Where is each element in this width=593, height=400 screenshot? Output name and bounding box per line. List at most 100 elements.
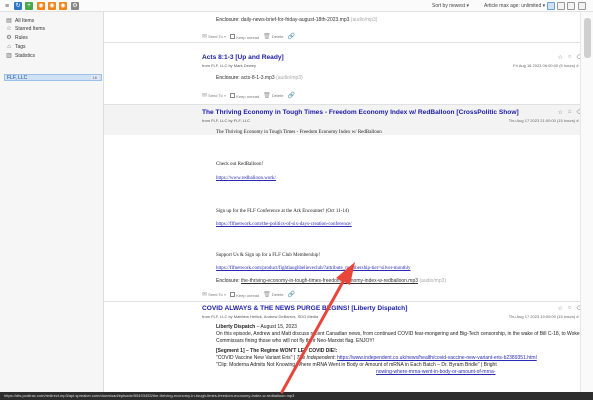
statistics-icon: ▥ xyxy=(6,52,12,59)
trash-icon: 🗑 xyxy=(263,93,271,99)
status-bar-url: https://dts.podtrac.com/redirect.mp3/api… xyxy=(0,392,593,400)
article-paragraph: "COVID Vaccine New Variant Eris" | The I… xyxy=(216,355,537,361)
star-icon: ☆ xyxy=(6,25,12,32)
rss-icon[interactable]: ◉ xyxy=(37,2,45,10)
article-byline: from FLF, LLC by Mark Dewey xyxy=(202,63,257,68)
sort-select[interactable]: Sort by newest ▾ xyxy=(432,3,469,9)
enclosure-type: (audio/mp3) xyxy=(350,17,378,23)
feed-unread-count: 16 xyxy=(90,75,99,80)
sidebar-feed-flf[interactable]: FLF, LLC 16 xyxy=(4,74,102,81)
share-icon: ✉ xyxy=(202,34,208,40)
scrollbar[interactable] xyxy=(580,12,593,392)
scrollbar-thumb[interactable] xyxy=(584,18,591,58)
refresh-icon[interactable]: ○ xyxy=(568,54,572,61)
star-icon[interactable]: ☆ xyxy=(558,109,563,116)
sidebar-item-label: Starred Items xyxy=(15,25,46,32)
send-to-button[interactable]: ✉ Send To » xyxy=(202,33,226,40)
enclosure: Enclosure: the-thriving-economy-in-tough… xyxy=(216,278,446,284)
settings-icon[interactable]: ⚙ xyxy=(71,2,79,10)
add-feed-icon[interactable]: + xyxy=(25,2,33,10)
enclosure-label: Enclosure: xyxy=(216,278,240,284)
article-body: Liberty Dispatch – August 15, 2023 On th… xyxy=(216,324,586,376)
view-expanded-icon[interactable] xyxy=(567,2,575,10)
star-icon[interactable]: ☆ xyxy=(558,305,563,312)
divider xyxy=(104,301,593,302)
sidebar-item-all-items[interactable]: ▤ All Items xyxy=(6,17,34,24)
article-link[interactable]: nowing-where-mrna-went-in-body-or-amount… xyxy=(216,369,586,376)
share-icon: ✉ xyxy=(202,292,208,298)
tag-icon: ⌂ xyxy=(7,43,11,50)
article-paragraph: Check out RedBalloon! xyxy=(216,162,264,167)
all-items-icon: ▤ xyxy=(6,17,12,24)
sidebar-item-label: Tags xyxy=(15,43,26,50)
menu-icon[interactable]: ≡ xyxy=(3,2,11,10)
sidebar-item-label: All Items xyxy=(15,17,35,24)
link-icon[interactable]: 🔗 xyxy=(287,92,294,99)
link-icon[interactable]: 🔗 xyxy=(287,291,294,298)
link-icon[interactable]: 🔗 xyxy=(287,33,294,40)
article-actions: ✉ Send To » Keep unread 🗑 Delete 🔗 xyxy=(202,92,295,99)
article-paragraph: Sign up for the FLF Conference at the Ar… xyxy=(216,209,349,214)
view-list-icon[interactable] xyxy=(547,2,555,10)
enclosure-type: (audio/mp3) xyxy=(419,278,447,284)
article-byline: from FLF, LLC by Matthew Hellick, Andrew… xyxy=(202,314,319,319)
refresh-icon[interactable]: ○ xyxy=(568,305,572,312)
article-link[interactable]: https://www.redballoon.work/ xyxy=(216,176,276,181)
enclosure-type: (audio/mp3) xyxy=(276,75,303,81)
feed-label: FLF, LLC xyxy=(7,74,28,81)
article-title[interactable]: COVID ALWAYS & THE NEWS PURGE BEGINS! [L… xyxy=(202,305,407,312)
article-title[interactable]: The Thriving Economy in Tough Times - Fr… xyxy=(202,109,519,116)
dispatch-heading: Liberty Dispatch – August 15, 2023 xyxy=(216,324,297,330)
divider xyxy=(104,42,593,43)
keep-unread-checkbox[interactable]: Keep unread xyxy=(230,33,259,40)
share-icon: ✉ xyxy=(202,93,208,99)
keep-unread-checkbox[interactable]: Keep unread xyxy=(230,291,259,298)
toolbar: ≡ ↻ + ◉ ◉ ◉ ⚙ Sort by newest ▾ Article m… xyxy=(0,0,593,12)
article-link[interactable]: https://www.independent.co.uk/news/healt… xyxy=(337,355,537,361)
delete-button[interactable]: 🗑 Delete xyxy=(263,92,283,99)
article-paragraph: On this episode, Andrew and Matt discuss… xyxy=(216,331,580,344)
segment-heading: [Segment 1] – The Regime WON'T LET COVID… xyxy=(216,348,338,354)
rss-feed-icon[interactable]: ◉ xyxy=(48,2,56,10)
sidebar-item-rules[interactable]: ⚙ Rules xyxy=(6,34,28,41)
article-link[interactable]: https://flfnetwork.com/the-politics-of-s… xyxy=(216,222,352,227)
enclosure-file-link[interactable]: acts-8-1-3.mp3 xyxy=(241,75,275,81)
sidebar-item-label: Rules xyxy=(15,34,28,41)
article-title[interactable]: Acts 8:1-3 [Up and Ready] xyxy=(202,54,284,61)
article-link[interactable]: https://flfnetwork.com/product/fightlaug… xyxy=(216,266,410,271)
enclosure-file-link[interactable]: the-thriving-economy-in-tough-times-free… xyxy=(241,278,418,284)
article-date: Fri Aug 18 2023 06:00:00 (5 hours) # 3. xyxy=(513,63,583,68)
rules-icon: ⚙ xyxy=(6,34,12,41)
article-date: Thu Aug 17 2023 21:00:00 (15 hours) # 4. xyxy=(508,118,583,123)
send-to-button[interactable]: ✉ Send To » xyxy=(202,92,226,99)
star-icon[interactable]: ☆ xyxy=(558,54,563,61)
article-paragraph: The Thriving Economy in Tough Times - Fr… xyxy=(216,130,382,135)
enclosure-label: Enclosure: xyxy=(216,75,240,81)
article-paragraph: Support Us & Sign up for a FLF Club Memb… xyxy=(216,253,321,258)
keep-unread-checkbox[interactable]: Keep unread xyxy=(230,92,259,99)
trash-icon: 🗑 xyxy=(263,292,271,298)
tag-manager-icon[interactable]: ◉ xyxy=(59,2,67,10)
delete-button[interactable]: 🗑 Delete xyxy=(263,33,283,40)
age-select[interactable]: Article max age: unlimited ▾ xyxy=(484,3,545,9)
enclosure: Enclosure: acts-8-1-3.mp3 (audio/mp3) xyxy=(216,75,303,81)
article-actions: ✉ Send To » Keep unread 🗑 Delete 🔗 xyxy=(202,291,295,298)
enclosure-label: Enclosure: xyxy=(216,17,240,23)
delete-button[interactable]: 🗑 Delete xyxy=(263,291,283,298)
sidebar-item-starred[interactable]: ☆ Starred Items xyxy=(6,25,45,32)
sidebar-item-statistics[interactable]: ▥ Statistics xyxy=(6,52,35,59)
enclosure-file-link[interactable]: daily-news-brief-for-friday-august-18th-… xyxy=(241,17,349,23)
enclosure: Enclosure: daily-news-brief-for-friday-a… xyxy=(216,17,377,23)
article-paragraph: "Clip: Moderna Admits Not Knowing Where … xyxy=(216,362,497,368)
share-icon[interactable]: ⌂ xyxy=(568,109,572,116)
article-byline: from FLF, LLC by FLF, LLC xyxy=(202,118,251,123)
refresh-icon[interactable]: ↻ xyxy=(14,2,22,10)
article-list: Enclosure: daily-news-brief-for-friday-a… xyxy=(104,12,593,392)
send-to-button[interactable]: ✉ Send To » xyxy=(202,291,226,298)
view-compact-icon[interactable] xyxy=(557,2,565,10)
view-grid-icon[interactable] xyxy=(578,2,586,10)
article-date: Thu Aug 17 2023 19:00:00 (15 hours) # 5. xyxy=(508,314,583,319)
sidebar-item-tags[interactable]: ⌂ Tags xyxy=(6,43,26,50)
article-actions: ✉ Send To » Keep unread 🗑 Delete 🔗 xyxy=(202,33,295,40)
sidebar-item-label: Statistics xyxy=(15,52,36,59)
